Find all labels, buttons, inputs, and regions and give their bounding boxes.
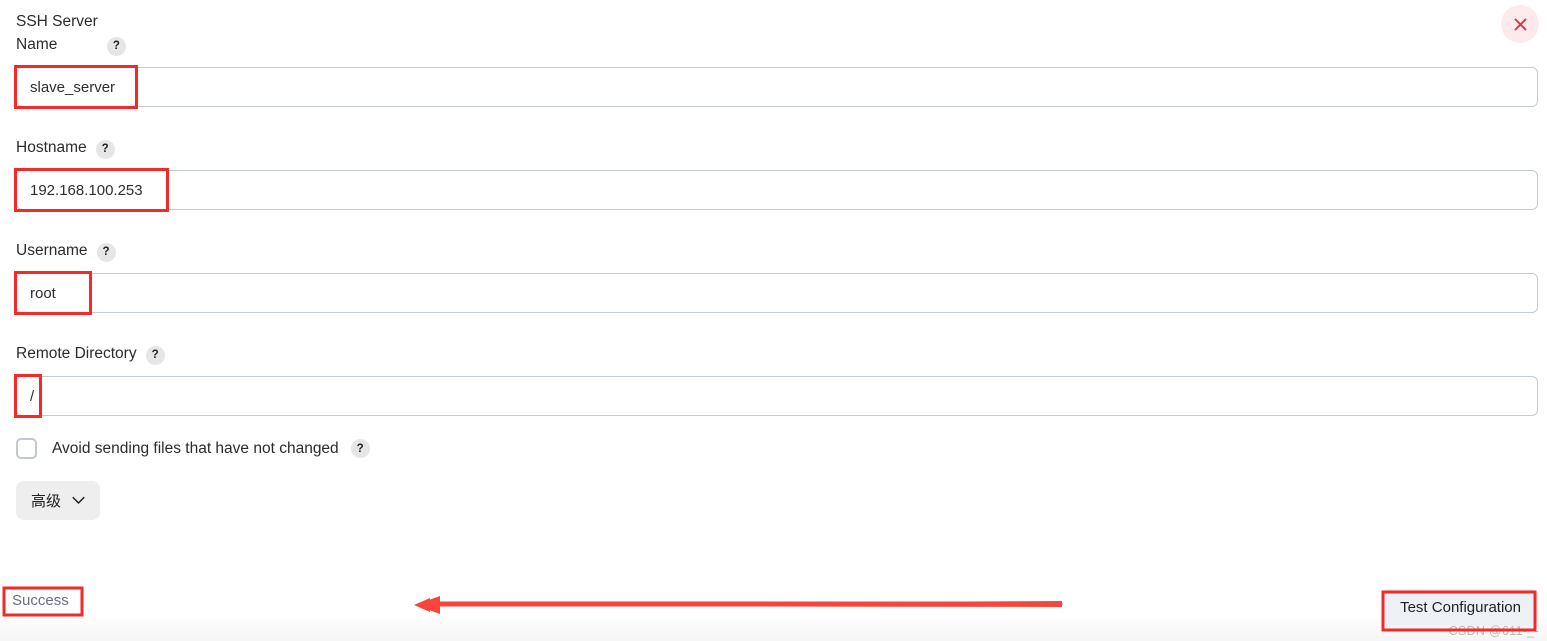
help-icon[interactable]: ?	[106, 37, 126, 56]
label-text: Remote Directory	[16, 345, 137, 362]
ssh-server-form: SSH Server Name ? Hostname ? Username ?	[14, 10, 1538, 520]
field-label-hostname: Hostname ?	[16, 136, 1538, 159]
remote-directory-input[interactable]	[16, 376, 1538, 416]
ssh-server-name-input[interactable]	[16, 67, 1538, 107]
advanced-button[interactable]: 高级	[16, 481, 101, 520]
help-icon[interactable]: ?	[350, 439, 370, 458]
help-icon[interactable]: ?	[96, 243, 116, 262]
advanced-button-label: 高级	[31, 493, 62, 510]
field-remote-directory: Remote Directory ?	[14, 342, 1538, 418]
field-ssh-server-name: SSH Server Name ?	[14, 10, 1538, 109]
footer-band	[0, 618, 1547, 641]
field-label-username: Username ?	[16, 239, 1538, 262]
status-text: Success	[12, 592, 69, 609]
label-text: SSH Server Name	[16, 13, 98, 53]
field-label-remote-directory: Remote Directory ?	[16, 342, 1538, 365]
help-icon[interactable]: ?	[145, 346, 165, 365]
help-icon[interactable]: ?	[95, 140, 115, 159]
username-input[interactable]	[16, 273, 1538, 313]
avoid-sending-unchanged-row: Avoid sending files that have not change…	[16, 438, 1538, 459]
label-text: Hostname	[16, 139, 87, 156]
label-text: Username	[16, 242, 88, 259]
avoid-sending-unchanged-label: Avoid sending files that have not change…	[52, 439, 339, 457]
field-hostname: Hostname ?	[14, 136, 1538, 212]
chevron-down-icon	[72, 492, 85, 509]
hostname-input[interactable]	[16, 170, 1538, 210]
field-label-ssh-server-name: SSH Server Name ?	[16, 10, 1538, 56]
field-username: Username ?	[14, 239, 1538, 315]
avoid-sending-unchanged-checkbox[interactable]	[16, 438, 37, 459]
test-configuration-button[interactable]: Test Configuration	[1383, 589, 1538, 626]
